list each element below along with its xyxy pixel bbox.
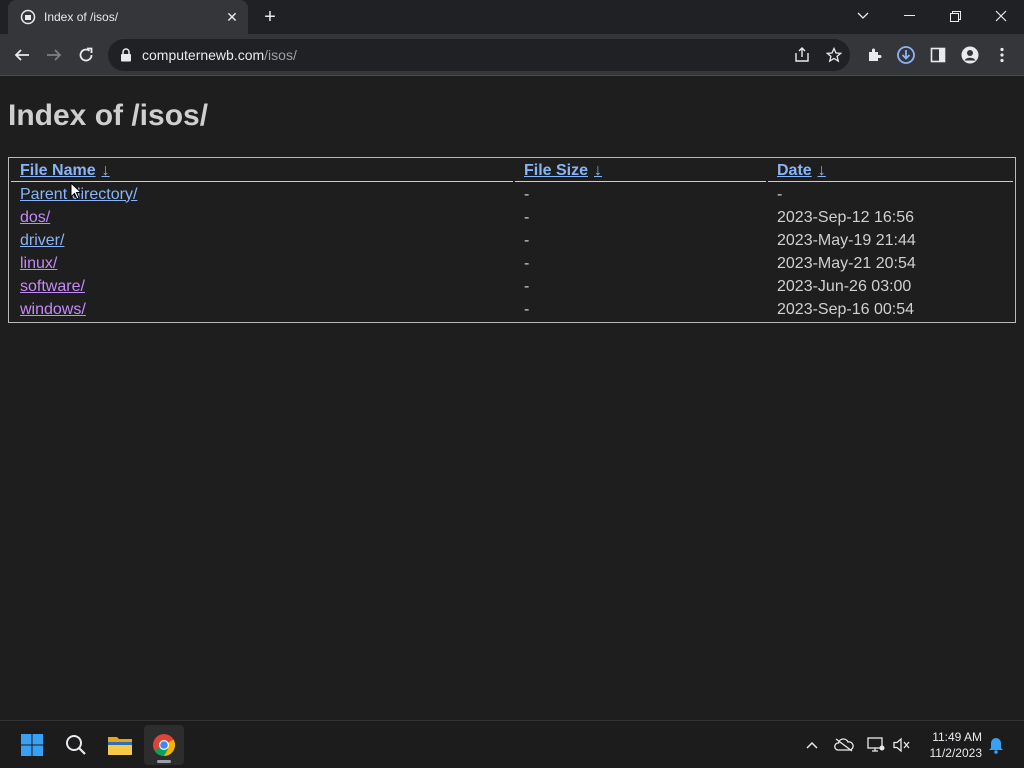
minimize-icon[interactable]: [886, 0, 932, 32]
folder-link-driver[interactable]: driver/: [20, 232, 64, 249]
volume-muted-icon[interactable]: [892, 735, 912, 755]
date-cell: 2023-Jun-26 03:00: [777, 277, 912, 295]
table-row: driver/ - 2023-May-19 21:44: [11, 230, 1013, 251]
table-row: dos/ - 2023-Sep-12 16:56: [11, 207, 1013, 228]
menu-kebab-icon[interactable]: [990, 43, 1014, 67]
chrome-icon: [153, 734, 175, 756]
windows-logo-icon: [21, 734, 43, 756]
start-button[interactable]: [12, 725, 52, 765]
reload-icon[interactable]: [74, 43, 98, 67]
clock-date: 11/2/2023: [929, 746, 983, 760]
file-size-cell: -: [524, 300, 530, 318]
page-title: Index of /isos/: [8, 99, 209, 132]
back-icon[interactable]: [10, 43, 34, 67]
extensions-icon[interactable]: [862, 43, 886, 67]
folder-link-software[interactable]: software/: [20, 278, 85, 295]
new-tab-icon[interactable]: +: [260, 7, 280, 27]
url-text[interactable]: computernewb.com/isos/: [142, 47, 297, 63]
search-button[interactable]: [56, 725, 96, 765]
table-row: linux/ - 2023-May-21 20:54: [11, 253, 1013, 274]
sort-arrow-icon: ↓: [817, 161, 826, 179]
browser-toolbar: computernewb.com/isos/: [0, 34, 1024, 76]
table-header-row: File Name ↓ File Size ↓ Date ↓: [11, 160, 1013, 182]
title-bar: Index of /isos/ ✕ +: [0, 0, 1024, 34]
directory-listing-table: File Name ↓ File Size ↓ Date ↓ Parent direc…: [8, 157, 1016, 323]
address-bar[interactable]: computernewb.com/isos/: [108, 39, 850, 71]
chrome-taskbar-button[interactable]: [144, 725, 184, 765]
restore-icon[interactable]: [932, 0, 978, 32]
file-size-cell: -: [524, 277, 530, 295]
windows-taskbar: 11:49 AM 11/2/2023: [0, 720, 1024, 768]
file-size-cell: -: [524, 231, 530, 249]
file-size-cell: -: [524, 254, 530, 272]
sort-by-date-link[interactable]: Date ↓: [777, 162, 826, 179]
column-header-name: File Name ↓: [11, 160, 513, 182]
mouse-cursor-icon: [70, 182, 82, 200]
download-icon[interactable]: [894, 43, 918, 67]
folder-link-linux[interactable]: linux/: [20, 255, 57, 272]
bookmark-star-icon[interactable]: [824, 45, 844, 65]
file-size-cell: -: [524, 208, 530, 226]
taskbar-clock[interactable]: 11:49 AM 11/2/2023: [912, 729, 983, 761]
lock-icon[interactable]: [120, 48, 132, 62]
file-explorer-button[interactable]: [100, 725, 140, 765]
page-content: Index of /isos/ File Name ↓ File Size ↓ Da…: [0, 77, 1024, 720]
sort-by-size-link[interactable]: File Size ↓: [524, 162, 602, 179]
close-window-icon[interactable]: [978, 0, 1024, 32]
column-header-date: Date ↓: [768, 160, 1013, 182]
date-cell: -: [777, 185, 783, 203]
tab-search-chevron-icon[interactable]: [840, 0, 886, 32]
forward-icon[interactable]: [42, 43, 66, 67]
folder-link-windows[interactable]: windows/: [20, 301, 86, 318]
show-hidden-icons-chevron-icon[interactable]: [802, 735, 822, 755]
sort-arrow-icon: ↓: [594, 161, 603, 179]
profile-avatar-icon[interactable]: [958, 43, 982, 67]
tab-close-icon[interactable]: ✕: [224, 9, 240, 25]
column-header-size: File Size ↓: [515, 160, 766, 182]
table-row: Parent directory/ - -: [11, 184, 1013, 205]
sort-by-name-link[interactable]: File Name ↓: [20, 162, 110, 179]
date-cell: 2023-May-19 21:44: [777, 231, 916, 249]
date-cell: 2023-Sep-12 16:56: [777, 208, 914, 226]
table-row: software/ - 2023-Jun-26 03:00: [11, 276, 1013, 297]
side-panel-icon[interactable]: [926, 43, 950, 67]
onedrive-offline-icon[interactable]: [834, 735, 854, 755]
notification-bell-icon[interactable]: [986, 735, 1006, 755]
active-app-indicator: [157, 760, 171, 763]
browser-tab-active[interactable]: Index of /isos/ ✕: [8, 0, 248, 34]
sort-arrow-icon: ↓: [101, 161, 110, 179]
date-cell: 2023-May-21 20:54: [777, 254, 916, 272]
search-icon: [66, 735, 86, 755]
site-favicon-icon: [20, 9, 36, 25]
network-icon[interactable]: [866, 735, 886, 755]
file-size-cell: -: [524, 185, 530, 203]
share-icon[interactable]: [792, 45, 812, 65]
clock-time: 11:49 AM: [932, 730, 982, 744]
date-cell: 2023-Sep-16 00:54: [777, 300, 914, 318]
folder-link-dos[interactable]: dos/: [20, 209, 50, 226]
table-row: windows/ - 2023-Sep-16 00:54: [11, 299, 1013, 320]
folder-icon: [108, 737, 132, 755]
tab-title: Index of /isos/: [44, 10, 119, 24]
